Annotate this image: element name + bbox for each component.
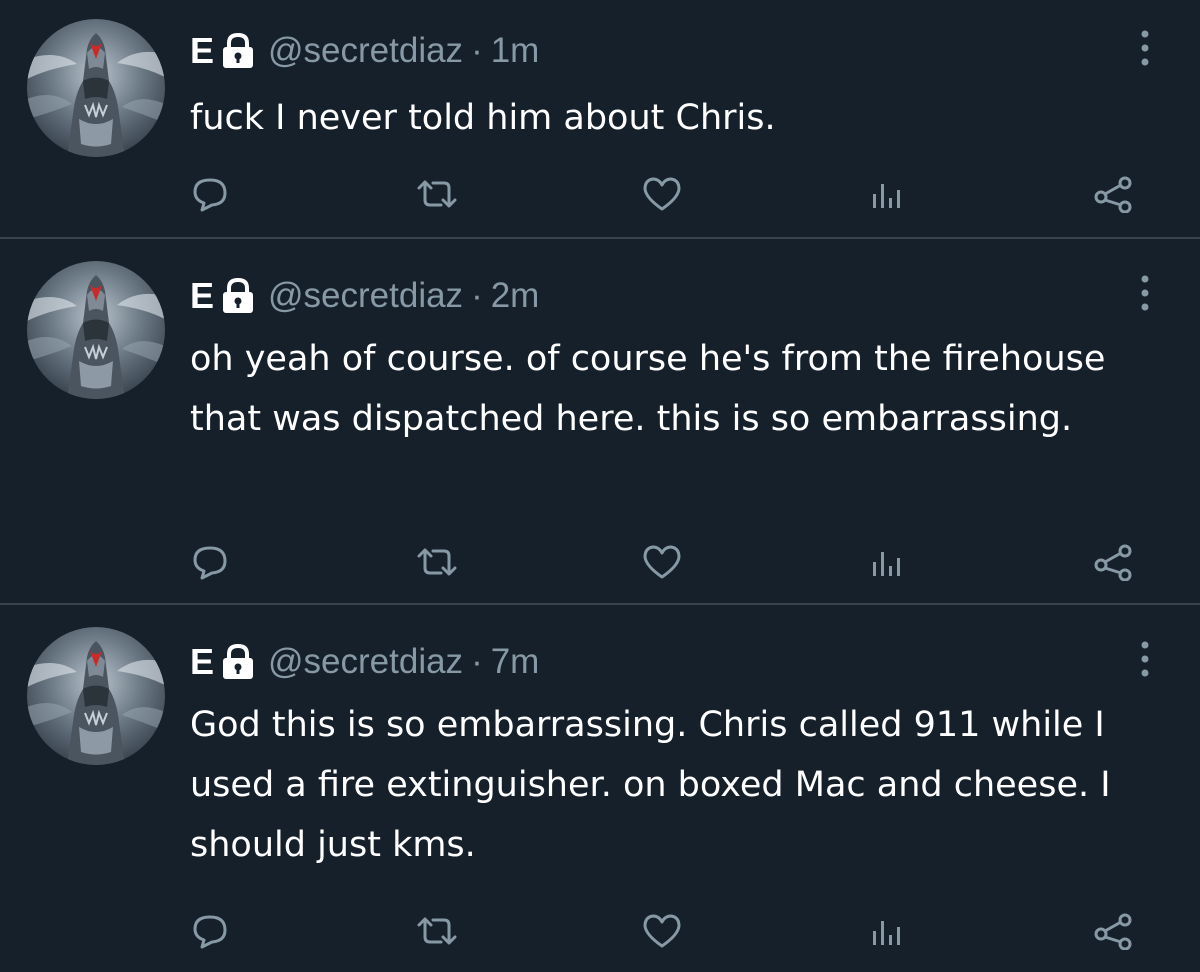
- analytics-icon: [873, 184, 900, 208]
- analytics-button[interactable]: [868, 911, 904, 951]
- like-button[interactable]: [640, 174, 684, 214]
- tweet-text: oh yeah of course. of course he's from t…: [190, 339, 1106, 439]
- howling-wolf-avatar-icon: [27, 627, 165, 765]
- avatar[interactable]: [27, 627, 165, 765]
- howling-wolf-avatar-icon: [27, 261, 165, 399]
- retweet-button[interactable]: [413, 174, 461, 214]
- reply-button[interactable]: [190, 174, 230, 214]
- separator-dot: ·: [471, 642, 483, 681]
- share-icon: [1094, 913, 1132, 950]
- reply-icon: [193, 546, 227, 580]
- avatar[interactable]: [27, 19, 165, 157]
- separator-dot: ·: [471, 31, 483, 70]
- separator-dot: ·: [471, 276, 483, 315]
- more-vertical-icon[interactable]: [1130, 28, 1160, 68]
- reply-button[interactable]: [190, 911, 230, 951]
- heart-icon: [643, 177, 681, 211]
- tweet-text: God this is so embarrassing. Chris calle…: [190, 705, 1111, 865]
- analytics-button[interactable]: [868, 174, 904, 214]
- analytics-icon: [873, 921, 900, 945]
- timestamp[interactable]: 7m: [491, 642, 540, 682]
- like-button[interactable]: [640, 911, 684, 951]
- reply-icon: [193, 915, 227, 949]
- user-handle[interactable]: @secretdiaz: [268, 31, 463, 71]
- lock-icon: [223, 32, 254, 68]
- retweet-button[interactable]: [413, 542, 461, 582]
- lock-icon: [223, 277, 254, 313]
- display-name[interactable]: E: [190, 275, 214, 317]
- analytics-icon: [873, 552, 900, 576]
- heart-icon: [643, 545, 681, 579]
- share-icon: [1094, 544, 1132, 581]
- tweet[interactable]: E @secretdiaz · 2m oh yeah of course. of…: [0, 239, 1200, 604]
- heart-icon: [643, 914, 681, 948]
- timestamp[interactable]: 1m: [491, 31, 540, 71]
- reply-button[interactable]: [190, 542, 230, 582]
- share-icon: [1094, 176, 1132, 213]
- share-button[interactable]: [1092, 542, 1136, 582]
- share-button[interactable]: [1092, 174, 1136, 214]
- avatar[interactable]: [27, 261, 165, 399]
- display-name[interactable]: E: [190, 30, 214, 72]
- user-handle[interactable]: @secretdiaz: [268, 642, 463, 682]
- howling-wolf-avatar-icon: [27, 19, 165, 157]
- analytics-button[interactable]: [868, 542, 904, 582]
- reply-icon: [193, 178, 227, 212]
- lock-icon: [223, 643, 254, 679]
- retweet-button[interactable]: [413, 911, 461, 951]
- tweet[interactable]: E @secretdiaz · 7m God this is so embarr…: [0, 605, 1200, 972]
- like-button[interactable]: [640, 542, 684, 582]
- more-vertical-icon[interactable]: [1130, 639, 1160, 679]
- retweet-icon: [417, 180, 457, 208]
- user-handle[interactable]: @secretdiaz: [268, 276, 463, 316]
- more-vertical-icon[interactable]: [1130, 273, 1160, 313]
- share-button[interactable]: [1092, 911, 1136, 951]
- tweet[interactable]: E @secretdiaz · 1m fuck I never told him…: [0, 0, 1200, 238]
- display-name[interactable]: E: [190, 641, 214, 683]
- retweet-icon: [417, 917, 457, 945]
- timestamp[interactable]: 2m: [491, 276, 540, 316]
- retweet-icon: [417, 548, 457, 576]
- tweet-text: fuck I never told him about Chris.: [190, 98, 776, 138]
